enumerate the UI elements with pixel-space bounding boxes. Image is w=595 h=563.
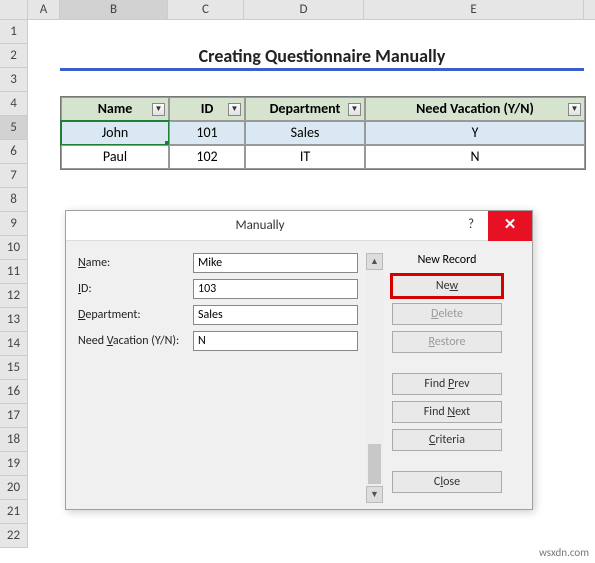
th-dept-label: Department — [270, 100, 341, 117]
th-vac-label: Need Vacation (Y/N) — [416, 100, 534, 117]
row-header[interactable]: 6 — [0, 140, 28, 164]
row-header[interactable]: 1 — [0, 20, 28, 44]
row-header[interactable]: 3 — [0, 68, 28, 92]
row-header[interactable]: 14 — [0, 332, 28, 356]
cell-name[interactable]: Paul — [61, 145, 169, 169]
cell-vac[interactable]: N — [365, 145, 585, 169]
input-vac[interactable] — [193, 331, 358, 351]
row-header[interactable]: 17 — [0, 404, 28, 428]
scroll-up-icon[interactable]: ▲ — [366, 253, 383, 270]
scroll-track[interactable] — [366, 270, 383, 486]
form-fields: Name: ID: Department: Need Vacation (Y/N… — [78, 253, 358, 503]
cell-dept[interactable]: IT — [245, 145, 365, 169]
cell-dept[interactable]: Sales — [245, 121, 365, 145]
dialog-buttons: New Record New Delete Restore Find Prev … — [392, 253, 502, 503]
dialog-title: Manually — [66, 218, 454, 233]
th-name-label: Name — [98, 100, 133, 117]
row-header[interactable]: 12 — [0, 284, 28, 308]
filter-icon[interactable] — [228, 103, 241, 116]
close-button[interactable]: ✕ — [488, 211, 532, 241]
row-header[interactable]: 4 — [0, 92, 28, 116]
row-header[interactable]: 10 — [0, 236, 28, 260]
data-form-dialog: Manually ? ✕ Name: ID: Department: Need … — [65, 210, 533, 510]
row-header[interactable]: 19 — [0, 452, 28, 476]
select-all-corner[interactable] — [0, 0, 28, 19]
page-title: Creating Questionnaire Manually — [60, 44, 584, 71]
record-status: New Record — [392, 253, 502, 267]
input-id[interactable] — [193, 279, 358, 299]
record-scrollbar[interactable]: ▲ ▼ — [366, 253, 384, 503]
label-name: Name: — [78, 256, 193, 270]
th-id[interactable]: ID — [169, 97, 245, 121]
close-form-button[interactable]: Close — [392, 471, 502, 493]
table-row[interactable]: Paul 102 IT N — [61, 145, 585, 169]
delete-button[interactable]: Delete — [392, 303, 502, 325]
scroll-thumb[interactable] — [368, 444, 381, 484]
th-vac[interactable]: Need Vacation (Y/N) — [365, 97, 585, 121]
col-header-B[interactable]: B — [60, 0, 168, 19]
row-header[interactable]: 9 — [0, 212, 28, 236]
input-dept[interactable] — [193, 305, 358, 325]
row-header[interactable]: 11 — [0, 260, 28, 284]
find-next-button[interactable]: Find Next — [392, 401, 502, 423]
dialog-titlebar[interactable]: Manually ? ✕ — [66, 211, 532, 241]
label-id: ID: — [78, 282, 193, 296]
cell-name[interactable]: John — [61, 121, 169, 145]
data-table: Name ID Department Need Vacation (Y/N) J… — [60, 96, 586, 170]
label-dept: Department: — [78, 308, 193, 322]
scroll-down-icon[interactable]: ▼ — [366, 486, 383, 503]
th-name[interactable]: Name — [61, 97, 169, 121]
cell-id[interactable]: 101 — [169, 121, 245, 145]
th-dept[interactable]: Department — [245, 97, 365, 121]
row-header[interactable]: 13 — [0, 308, 28, 332]
criteria-button[interactable]: Criteria — [392, 429, 502, 451]
col-header-A[interactable]: A — [28, 0, 60, 19]
col-header-C[interactable]: C — [168, 0, 244, 19]
row-header[interactable]: 21 — [0, 500, 28, 524]
filter-icon[interactable] — [568, 103, 581, 116]
restore-button[interactable]: Restore — [392, 331, 502, 353]
th-id-label: ID — [201, 100, 214, 117]
row-header[interactable]: 20 — [0, 476, 28, 500]
row-header[interactable]: 8 — [0, 188, 28, 212]
row-header[interactable]: 16 — [0, 380, 28, 404]
row-header[interactable]: 15 — [0, 356, 28, 380]
row-headers: 1 2 3 4 5 6 7 8 9 10 11 12 13 14 15 16 1… — [0, 20, 28, 548]
watermark: wsxdn.com — [539, 546, 589, 559]
row-header[interactable]: 18 — [0, 428, 28, 452]
cell-vac[interactable]: Y — [365, 121, 585, 145]
col-header-E[interactable]: E — [364, 0, 584, 19]
filter-icon[interactable] — [348, 103, 361, 116]
help-button[interactable]: ? — [454, 211, 488, 241]
label-vac: Need Vacation (Y/N): — [78, 334, 193, 348]
row-header[interactable]: 5 — [0, 116, 28, 140]
cell-id[interactable]: 102 — [169, 145, 245, 169]
row-header[interactable]: 22 — [0, 524, 28, 548]
find-prev-button[interactable]: Find Prev — [392, 373, 502, 395]
table-row[interactable]: John 101 Sales Y — [61, 121, 585, 145]
input-name[interactable] — [193, 253, 358, 273]
new-button[interactable]: New — [392, 275, 502, 297]
filter-icon[interactable] — [152, 103, 165, 116]
column-headers: A B C D E — [0, 0, 595, 20]
row-header[interactable]: 7 — [0, 164, 28, 188]
col-header-D[interactable]: D — [244, 0, 364, 19]
row-header[interactable]: 2 — [0, 44, 28, 68]
